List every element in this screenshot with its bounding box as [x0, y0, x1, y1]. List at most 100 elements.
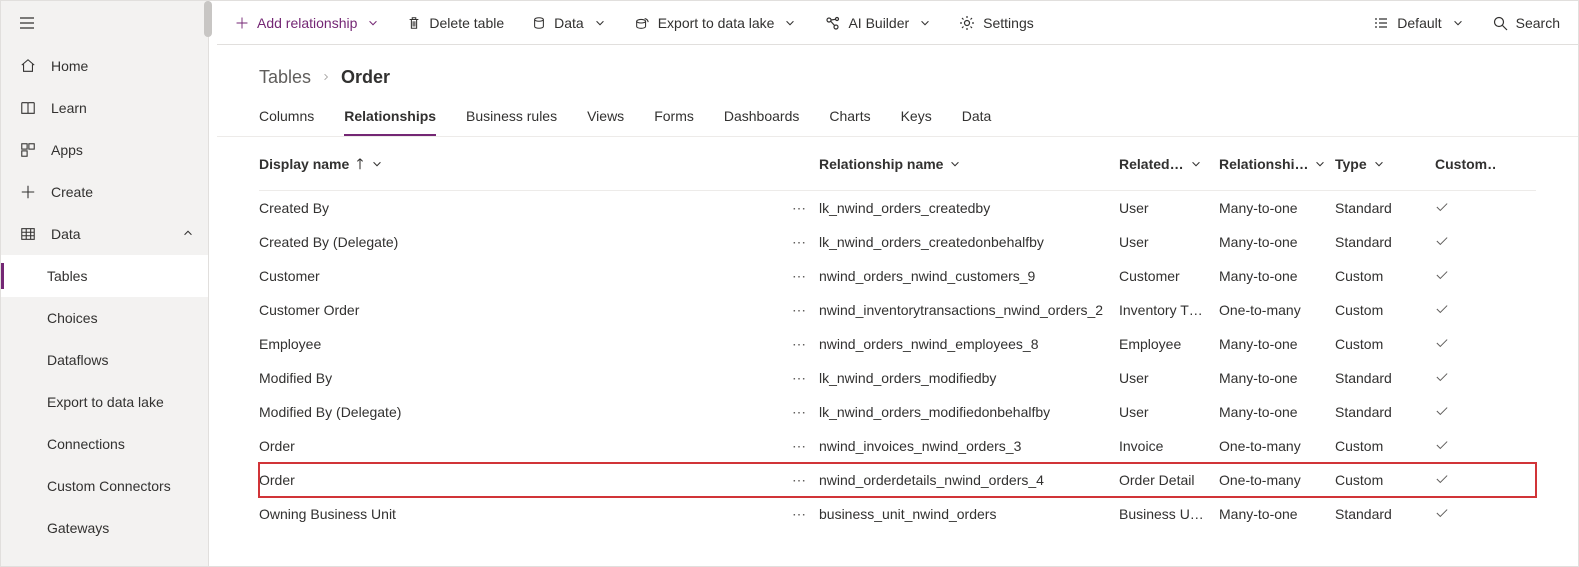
- cell-relationship-name: nwind_orderdetails_nwind_orders_4: [819, 472, 1119, 488]
- row-more-button[interactable]: ⋯: [779, 268, 819, 285]
- row-more-button[interactable]: ⋯: [779, 506, 819, 523]
- table-row[interactable]: Order ⋯ nwind_orderdetails_nwind_orders_…: [259, 463, 1536, 497]
- tab-forms[interactable]: Forms: [654, 108, 694, 136]
- sidebar: Home Learn Apps Create Data TablesChoice…: [1, 1, 209, 566]
- chevron-down-icon: [371, 158, 383, 170]
- sidebar-scrollbar[interactable]: [204, 1, 212, 566]
- data-menu-button[interactable]: Data: [532, 15, 606, 31]
- nav-item-learn[interactable]: Learn: [1, 87, 208, 129]
- col-custom[interactable]: Custom…: [1435, 156, 1495, 172]
- table-row[interactable]: Modified By ⋯ lk_nwind_orders_modifiedby…: [259, 361, 1536, 395]
- tab-keys[interactable]: Keys: [901, 108, 932, 136]
- hamburger-icon: [19, 16, 35, 30]
- check-icon: [1435, 473, 1449, 485]
- chevron-down-icon: [784, 17, 796, 29]
- cell-related: User: [1119, 200, 1219, 216]
- cell-relationship-name: nwind_orders_nwind_employees_8: [819, 336, 1119, 352]
- nav-subitem-connections[interactable]: Connections: [1, 423, 208, 465]
- chevron-down-icon: [1373, 158, 1385, 170]
- search-button[interactable]: Search: [1492, 15, 1560, 31]
- row-more-button[interactable]: ⋯: [779, 234, 819, 251]
- check-icon: [1435, 507, 1449, 519]
- ai-builder-button[interactable]: AI Builder: [824, 15, 931, 31]
- nav-subitem-gateways[interactable]: Gateways: [1, 507, 208, 549]
- cell-relationship-name: lk_nwind_orders_modifiedby: [819, 370, 1119, 386]
- col-display-name[interactable]: Display name: [259, 156, 779, 172]
- nav-item-data[interactable]: Data: [1, 213, 208, 255]
- cell-display-name: Order: [259, 438, 779, 454]
- tab-dashboards[interactable]: Dashboards: [724, 108, 800, 136]
- row-more-button[interactable]: ⋯: [779, 302, 819, 319]
- cell-custom: [1435, 472, 1495, 488]
- tab-data[interactable]: Data: [962, 108, 992, 136]
- check-icon: [1435, 405, 1449, 417]
- row-more-button[interactable]: ⋯: [779, 472, 819, 489]
- tab-business-rules[interactable]: Business rules: [466, 108, 557, 136]
- col-relationship-type[interactable]: Relationshi…: [1219, 156, 1335, 172]
- col-relationship-name[interactable]: Relationship name: [819, 156, 1119, 172]
- tab-relationships[interactable]: Relationships: [344, 108, 436, 136]
- nav-item-home[interactable]: Home: [1, 45, 208, 87]
- table-row[interactable]: Employee ⋯ nwind_orders_nwind_employees_…: [259, 327, 1536, 361]
- nav-item-apps[interactable]: Apps: [1, 129, 208, 171]
- cell-custom: [1435, 302, 1495, 318]
- delete-table-button[interactable]: Delete table: [407, 15, 504, 31]
- cell-custom: [1435, 506, 1495, 522]
- nav-subitem-dataflows[interactable]: Dataflows: [1, 339, 208, 381]
- nav-subitem-label: Dataflows: [47, 352, 108, 368]
- row-more-button[interactable]: ⋯: [779, 370, 819, 387]
- table-row[interactable]: Owning Business Unit ⋯ business_unit_nwi…: [259, 497, 1536, 531]
- cell-relationship-type: One-to-many: [1219, 472, 1335, 488]
- cell-type: Standard: [1335, 370, 1435, 386]
- col-related[interactable]: Related…: [1119, 156, 1219, 172]
- cell-display-name: Modified By: [259, 370, 779, 386]
- book-icon: [19, 100, 37, 116]
- chevron-down-icon: [1452, 17, 1464, 29]
- cell-custom: [1435, 268, 1495, 284]
- cell-relationship-type: Many-to-one: [1219, 404, 1335, 420]
- check-icon: [1435, 439, 1449, 451]
- nav-subitem-export-to-data-lake[interactable]: Export to data lake: [1, 381, 208, 423]
- settings-button[interactable]: Settings: [959, 15, 1034, 31]
- row-more-button[interactable]: ⋯: [779, 336, 819, 353]
- view-default-button[interactable]: Default: [1373, 15, 1463, 31]
- add-relationship-button[interactable]: Add relationship: [235, 15, 379, 31]
- home-icon: [19, 58, 37, 74]
- cell-relationship-type: Many-to-one: [1219, 234, 1335, 250]
- export-data-lake-button[interactable]: Export to data lake: [634, 15, 797, 31]
- tab-bar: Columns Relationships Business rules Views F…: [217, 94, 1578, 137]
- table-row[interactable]: Modified By (Delegate) ⋯ lk_nwind_orders…: [259, 395, 1536, 429]
- grid-header-row: Display name Relationship name Related… …: [259, 137, 1536, 191]
- nav-item-label: Learn: [51, 100, 87, 116]
- cell-display-name: Created By: [259, 200, 779, 216]
- gear-icon: [959, 15, 975, 31]
- cell-relationship-name: business_unit_nwind_orders: [819, 506, 1119, 522]
- cell-relationship-name: lk_nwind_orders_createdonbehalfby: [819, 234, 1119, 250]
- row-more-button[interactable]: ⋯: [779, 200, 819, 217]
- hamburger-button[interactable]: [1, 1, 208, 45]
- chevron-right-icon: [321, 70, 331, 86]
- cell-type: Standard: [1335, 506, 1435, 522]
- table-row[interactable]: Customer Order ⋯ nwind_inventorytransact…: [259, 293, 1536, 327]
- table-row[interactable]: Order ⋯ nwind_invoices_nwind_orders_3 In…: [259, 429, 1536, 463]
- tab-columns[interactable]: Columns: [259, 108, 314, 136]
- cell-custom: [1435, 200, 1495, 216]
- nav-subitem-choices[interactable]: Choices: [1, 297, 208, 339]
- tab-charts[interactable]: Charts: [829, 108, 870, 136]
- breadcrumb-root[interactable]: Tables: [259, 67, 311, 88]
- table-row[interactable]: Customer ⋯ nwind_orders_nwind_customers_…: [259, 259, 1536, 293]
- view-default-label: Default: [1397, 15, 1441, 31]
- search-icon: [1492, 15, 1508, 31]
- tab-views[interactable]: Views: [587, 108, 624, 136]
- row-more-button[interactable]: ⋯: [779, 438, 819, 455]
- cell-related: Customer: [1119, 268, 1219, 284]
- row-more-button[interactable]: ⋯: [779, 404, 819, 421]
- nav-subitem-custom-connectors[interactable]: Custom Connectors: [1, 465, 208, 507]
- nav-item-create[interactable]: Create: [1, 171, 208, 213]
- table-row[interactable]: Created By ⋯ lk_nwind_orders_createdby U…: [259, 191, 1536, 225]
- nav-subitem-tables[interactable]: Tables: [1, 255, 208, 297]
- plus-icon: [235, 16, 249, 30]
- table-row[interactable]: Created By (Delegate) ⋯ lk_nwind_orders_…: [259, 225, 1536, 259]
- cell-custom: [1435, 370, 1495, 386]
- col-type[interactable]: Type: [1335, 156, 1435, 172]
